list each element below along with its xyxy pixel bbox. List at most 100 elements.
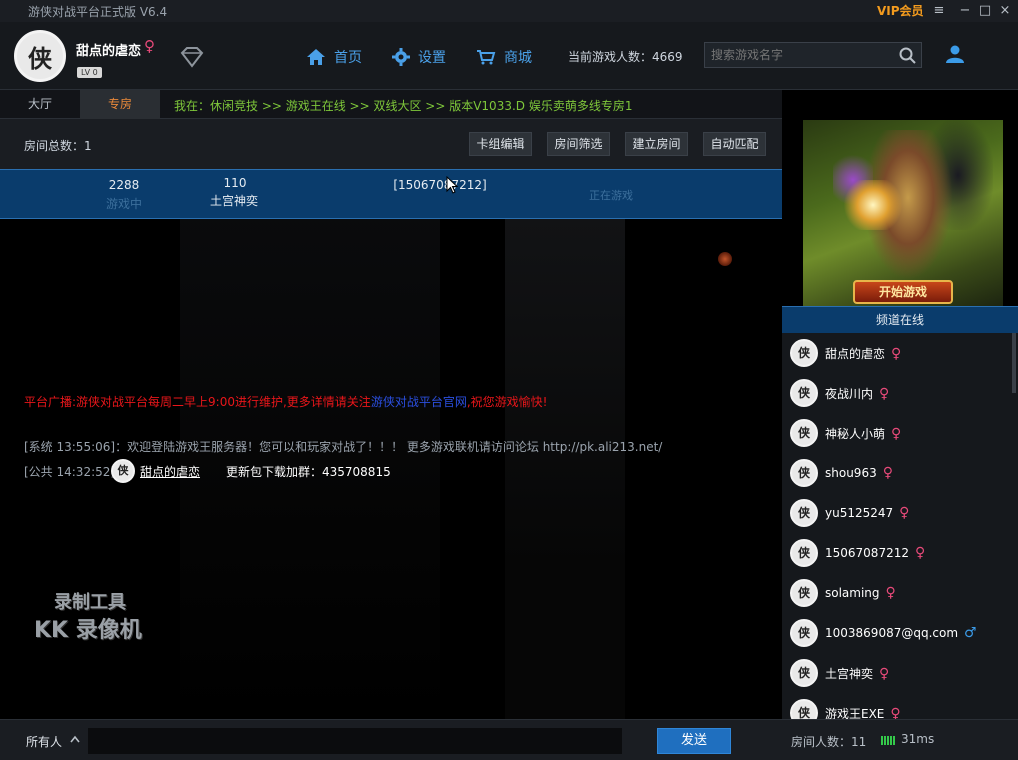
avatar: 侠 bbox=[790, 699, 818, 719]
female-icon: ♀ bbox=[885, 585, 896, 601]
close-icon[interactable]: × bbox=[995, 1, 1015, 21]
banner-art bbox=[843, 180, 903, 230]
online-user[interactable]: 侠 yu5125247 ♀ bbox=[790, 499, 1010, 529]
female-icon: ♀ bbox=[890, 706, 901, 719]
online-user[interactable]: 侠 shou963 ♀ bbox=[790, 459, 1010, 489]
room-host: 土宫神奕 bbox=[209, 194, 258, 208]
search-icon[interactable] bbox=[899, 47, 916, 64]
online-user-name: yu5125247 ♀ bbox=[825, 505, 910, 521]
avatar[interactable]: 侠 bbox=[111, 459, 135, 483]
tab-bar: 大厅 专房 我在：休闲竞技 >> 游戏王在线 >> 双线大区 >> 版本V103… bbox=[0, 90, 782, 119]
start-game-button[interactable]: 开始游戏 bbox=[853, 280, 953, 304]
online-user[interactable]: 侠夜战川内 ♀ bbox=[790, 379, 1010, 409]
search-box[interactable] bbox=[704, 42, 922, 68]
watermark-line-2: KK 录像机 bbox=[34, 618, 142, 643]
room-status: 游戏中 bbox=[105, 197, 142, 211]
online-user-name: shou963 ♀ bbox=[825, 465, 893, 481]
system-message: [系统 13:55:06]：欢迎登陆游戏王服务器！您可以和玩家对战了！！！ 更多… bbox=[24, 440, 663, 454]
tab-lobby[interactable]: 大厅 bbox=[0, 90, 80, 119]
online-user-name: 15067087212 ♀ bbox=[825, 545, 926, 561]
online-user[interactable]: 侠神秘人小萌 ♀ bbox=[790, 419, 1010, 449]
chat-area: 平台广播:游侠对战平台每周二早上9:00进行维护,更多详情请关注游侠对战平台官网… bbox=[0, 219, 782, 719]
female-icon: ♀ bbox=[144, 37, 155, 55]
message-sender[interactable]: 甜点的虐恋 bbox=[140, 463, 200, 480]
online-count: 当前游戏人数：4669 bbox=[568, 50, 683, 64]
diamond-icon[interactable] bbox=[178, 46, 206, 68]
title-bar: 游侠对战平台正式版 V6.4 VIP会员 ≡ − □ × bbox=[0, 0, 1018, 22]
room-id: 2288 bbox=[108, 178, 140, 192]
tab-private-room[interactable]: 专房 bbox=[80, 90, 160, 119]
maximize-icon[interactable]: □ bbox=[975, 1, 995, 21]
chat-input[interactable] bbox=[88, 728, 622, 754]
vip-button[interactable]: VIP会员 bbox=[877, 2, 924, 19]
room-name: [15067087212] bbox=[393, 178, 487, 192]
online-user[interactable]: 侠 solaming ♀ bbox=[790, 579, 1010, 609]
avatar: 侠 bbox=[790, 539, 818, 567]
room-row[interactable]: 2288 游戏中 110 土宫神奕 [15067087212] 正在游戏 bbox=[0, 169, 782, 219]
broadcast-text-end: ,祝您游戏愉快! bbox=[466, 395, 548, 409]
female-icon: ♀ bbox=[879, 386, 890, 402]
room-players: 110 bbox=[223, 176, 247, 190]
online-user-name: 神秘人小萌 ♀ bbox=[825, 426, 902, 442]
online-user-list: 侠甜点的虐恋 ♀ 侠夜战川内 ♀ 侠神秘人小萌 ♀ 侠 shou963 ♀ 侠 yu5125… bbox=[782, 333, 1018, 719]
nav-shop-label: 商城 bbox=[504, 50, 532, 66]
room-toolbar: 房间总数：1 卡组编辑 房间筛选 建立房间 自动匹配 bbox=[0, 119, 782, 169]
online-user-name: 甜点的虐恋 ♀ bbox=[825, 346, 902, 362]
female-icon: ♀ bbox=[891, 426, 902, 442]
online-user-name: 夜战川内 ♀ bbox=[825, 386, 890, 402]
chat-target-select[interactable]: 所有人 bbox=[26, 733, 62, 750]
online-panel-title: 频道在线 bbox=[782, 306, 1018, 333]
female-icon: ♀ bbox=[882, 465, 893, 481]
official-site-link[interactable]: 游侠对战平台官网 bbox=[371, 395, 467, 409]
avatar: 侠 bbox=[790, 499, 818, 527]
level-badge: LV 0 bbox=[77, 67, 102, 78]
online-user-name: 1003869087@qq.com ♂ bbox=[825, 625, 977, 641]
background-art bbox=[505, 219, 625, 719]
online-user[interactable]: 侠土宫神奕 ♀ bbox=[790, 659, 1010, 689]
game-banner[interactable]: 开始游戏 bbox=[803, 120, 1003, 306]
hamburger-icon[interactable]: ≡ bbox=[929, 1, 949, 21]
online-user[interactable]: 侠 1003869087@qq.com ♂ bbox=[790, 619, 1010, 649]
online-user[interactable]: 侠甜点的虐恋 ♀ bbox=[790, 339, 1010, 369]
window-title: 游侠对战平台正式版 V6.4 bbox=[28, 4, 168, 19]
user-icon[interactable] bbox=[945, 44, 965, 64]
room-status-bar: 房间人数：11 31ms bbox=[782, 719, 1018, 760]
female-icon: ♀ bbox=[914, 545, 926, 561]
search-input[interactable] bbox=[705, 43, 885, 67]
online-user-name: 土宫神奕 ♀ bbox=[825, 666, 890, 682]
nav-settings-label: 设置 bbox=[418, 50, 446, 66]
recorder-watermark: 录制工具 KK 录像机 bbox=[34, 589, 142, 645]
nav-settings[interactable]: 设置 bbox=[392, 46, 446, 68]
username: 甜点的虐恋 bbox=[76, 44, 142, 59]
watermark-line-1: 录制工具 bbox=[54, 592, 126, 613]
avatar: 侠 bbox=[790, 619, 818, 647]
deck-edit-button[interactable]: 卡组编辑 bbox=[469, 132, 532, 156]
chevron-up-icon[interactable] bbox=[70, 735, 80, 743]
header: 侠 甜点的虐恋 ♀ LV 0 首页 设置 商城 当前游戏人数：4669 bbox=[0, 22, 1018, 90]
avatar: 侠 bbox=[790, 379, 818, 407]
ember-decoration bbox=[718, 252, 732, 266]
avatar[interactable]: 侠 bbox=[14, 30, 66, 82]
nav-shop[interactable]: 商城 bbox=[476, 46, 532, 68]
female-icon: ♀ bbox=[899, 505, 910, 521]
auto-match-button[interactable]: 自动匹配 bbox=[703, 132, 766, 156]
send-button[interactable]: 发送 bbox=[657, 728, 731, 754]
female-icon: ♀ bbox=[891, 346, 902, 362]
male-icon: ♂ bbox=[964, 625, 977, 641]
room-filter-button[interactable]: 房间筛选 bbox=[547, 132, 610, 156]
online-user[interactable]: 侠游戏王EXE ♀ bbox=[790, 699, 1010, 719]
signal-icon bbox=[881, 736, 895, 745]
scrollbar-thumb[interactable] bbox=[1012, 333, 1016, 393]
avatar: 侠 bbox=[790, 419, 818, 447]
online-user[interactable]: 侠 15067087212 ♀ bbox=[790, 539, 1010, 569]
online-list-scrollbar[interactable] bbox=[1012, 333, 1016, 719]
ping-value: 31ms bbox=[901, 732, 935, 746]
cart-icon bbox=[477, 50, 496, 65]
create-room-button[interactable]: 建立房间 bbox=[625, 132, 688, 156]
minimize-icon[interactable]: − bbox=[955, 1, 975, 21]
broadcast-text: 平台广播:游侠对战平台每周二早上9:00进行维护,更多详情请关注 bbox=[24, 395, 371, 409]
avatar: 侠 bbox=[790, 579, 818, 607]
avatar: 侠 bbox=[790, 459, 818, 487]
nav-home[interactable]: 首页 bbox=[306, 46, 362, 68]
mouse-cursor-icon bbox=[446, 176, 458, 194]
